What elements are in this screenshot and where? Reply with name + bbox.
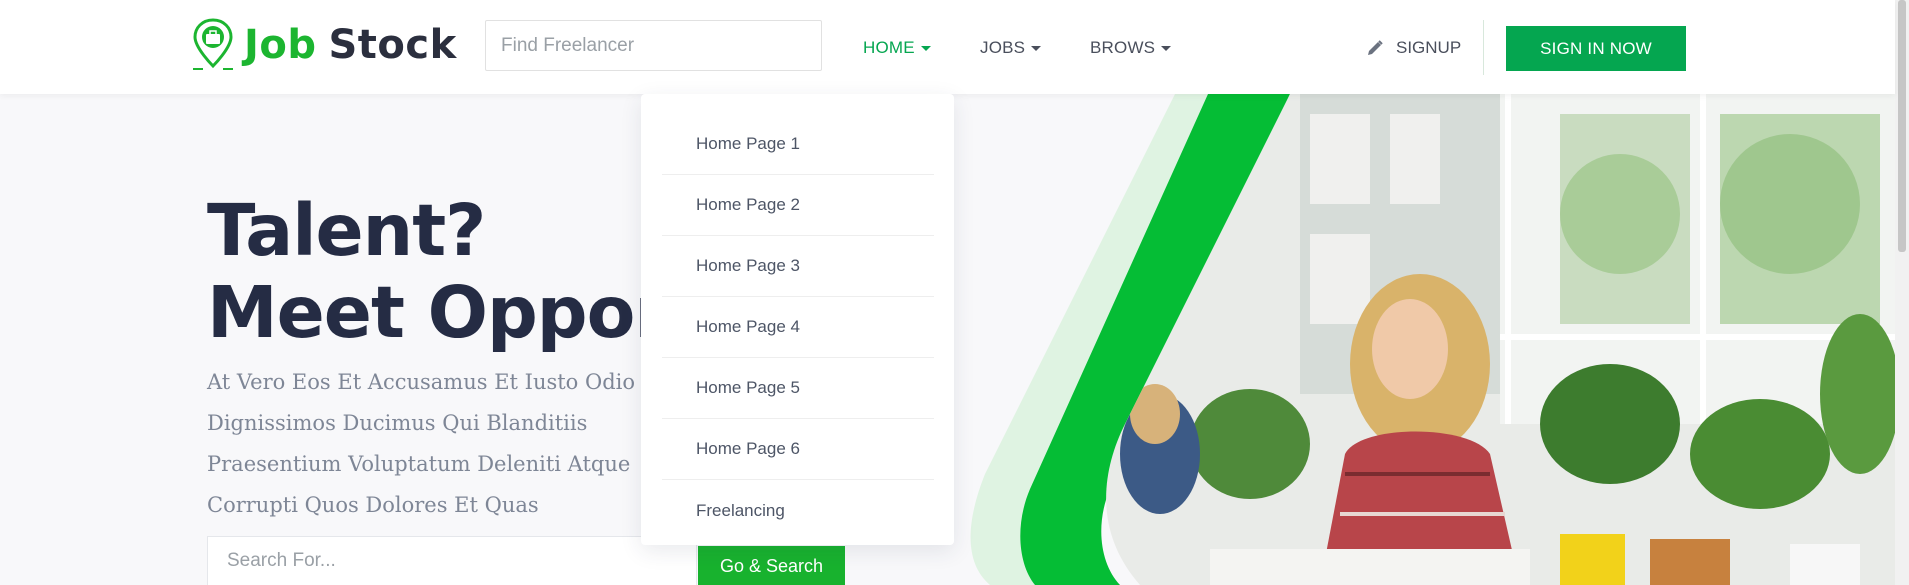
go-search-button[interactable]: Go & Search [698,546,845,585]
pencil-icon [1368,40,1383,55]
nav-jobs-label: JOBS [980,38,1026,57]
header-divider [1483,20,1484,75]
nav-home[interactable]: HOME [863,38,931,58]
dropdown-item-home-page-5[interactable]: Home Page 5 [662,358,934,419]
logo-word-job: Job [244,22,317,68]
dropdown-item-home-page-2[interactable]: Home Page 2 [662,175,934,236]
logo-word-stock: Stock [328,22,457,68]
find-freelancer-input[interactable] [485,20,822,71]
chevron-down-icon [1031,45,1042,51]
hero-search-box [207,536,698,585]
nav-brows[interactable]: BROWS [1090,38,1172,58]
top-navbar: JobStock HOME JOBS BROWS SIGNUP SIGN IN … [0,0,1895,94]
nav-brows-label: BROWS [1090,38,1156,57]
dropdown-item-home-page-4[interactable]: Home Page 4 [662,297,934,358]
dropdown-item-home-page-1[interactable]: Home Page 1 [662,114,934,175]
sign-in-button[interactable]: SIGN IN NOW [1506,26,1686,71]
logo[interactable]: Job Stock [192,18,457,72]
dropdown-item-home-page-3[interactable]: Home Page 3 [662,236,934,297]
chevron-down-icon [920,45,931,51]
signup-label: SIGNUP [1396,38,1462,57]
scrollbar-thumb[interactable] [1898,0,1906,252]
dropdown-item-freelancing[interactable]: Freelancing [662,480,934,541]
dropdown-item-home-page-6[interactable]: Home Page 6 [662,419,934,480]
home-dropdown-menu: Home Page 1 Home Page 2 Home Page 3 Home… [641,94,954,545]
hero-search-input[interactable] [208,537,698,585]
chevron-down-icon [1161,45,1172,51]
signup-link[interactable]: SIGNUP [1366,38,1461,58]
location-pin-briefcase-icon [193,18,233,70]
nav-jobs[interactable]: JOBS [980,38,1042,58]
nav-home-label: HOME [863,38,915,57]
